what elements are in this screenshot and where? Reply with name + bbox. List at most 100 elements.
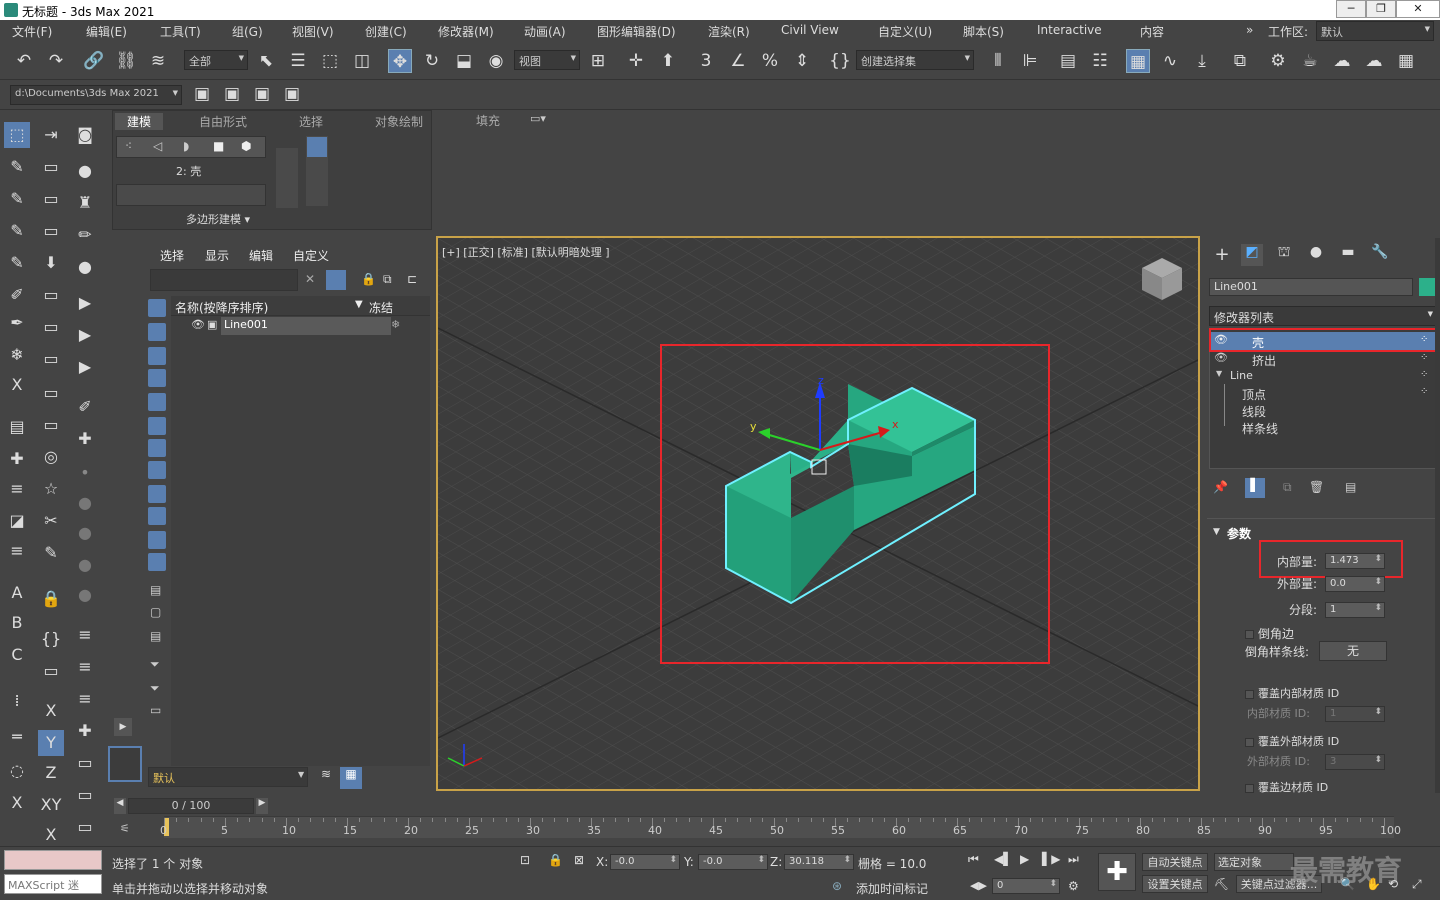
display-invert-icon[interactable]: ▤ bbox=[150, 629, 161, 643]
display-frozen-icon[interactable] bbox=[148, 531, 166, 549]
strip2-icon-14[interactable]: ✎ bbox=[38, 540, 64, 566]
strip2-icon-1[interactable]: ⇥ bbox=[38, 122, 64, 148]
paint-select-icon[interactable]: ✎ bbox=[4, 186, 30, 212]
stack-eye-icon-2[interactable]: 👁 bbox=[1214, 351, 1228, 364]
menu-civil-view[interactable]: Civil View bbox=[781, 23, 839, 37]
render-production-icon[interactable]: ☁ bbox=[1362, 49, 1386, 73]
strip2-icon-13[interactable]: ✂ bbox=[38, 508, 64, 534]
key-filter-icon[interactable]: ⛏ bbox=[1214, 877, 1229, 891]
strip2-icon-15[interactable]: ▭ bbox=[38, 658, 64, 684]
link-icon[interactable]: 🔗 bbox=[82, 49, 106, 73]
layer-explorer-icon[interactable]: ☷ bbox=[1088, 49, 1112, 73]
explorer-row[interactable]: 👁 ▣ Line001 ❄ bbox=[171, 316, 430, 336]
select-place-icon[interactable]: ◉ bbox=[484, 49, 508, 73]
menu-interactive[interactable]: Interactive bbox=[1037, 23, 1102, 37]
close-button[interactable]: ✕ bbox=[1396, 0, 1440, 18]
axis-xy-icon[interactable]: XY bbox=[38, 792, 64, 818]
parameters-title[interactable]: 参数 bbox=[1227, 525, 1251, 542]
object-color-swatch[interactable] bbox=[1419, 278, 1435, 296]
lasso-icon[interactable]: ✎ bbox=[4, 154, 30, 180]
layer-manager-icon[interactable]: ▦ bbox=[340, 767, 362, 789]
menu-edit[interactable]: 编辑(E) bbox=[86, 23, 127, 40]
xyz-icon[interactable]: X bbox=[4, 372, 30, 398]
ruler-icon[interactable]: ═ bbox=[4, 724, 30, 750]
menu-rendering[interactable]: 渲染(R) bbox=[708, 23, 750, 40]
set-key-icon[interactable]: ✚ bbox=[1098, 853, 1136, 891]
bevel-edges-checkbox[interactable]: 倒角边 bbox=[1245, 625, 1294, 642]
maximize-viewport-icon[interactable]: ⤢ bbox=[1412, 877, 1422, 892]
hierarchy-icon[interactable]: ⧉ bbox=[383, 272, 392, 287]
undo-icon[interactable]: ↶ bbox=[12, 49, 36, 73]
selected-object-dropdown[interactable]: 选定对象 bbox=[1214, 853, 1294, 871]
layer-dropdown-chevron[interactable]: ▼ bbox=[298, 770, 304, 779]
stack-item-vertex[interactable]: 顶点 ⁘ bbox=[1210, 384, 1436, 402]
stack-toggle-icon-4[interactable]: ⁘ bbox=[1420, 386, 1428, 397]
strip3-icon-16[interactable]: ▭ bbox=[72, 782, 98, 808]
strip3-icon-13[interactable]: ≡ bbox=[72, 686, 98, 712]
strip2-icon-12[interactable]: ☆ bbox=[38, 476, 64, 502]
set-key-button[interactable]: 设置关键点 bbox=[1142, 875, 1208, 893]
stack-item-line[interactable]: ▼ Line ⁘ bbox=[1210, 367, 1436, 384]
braces-icon[interactable]: {} bbox=[38, 626, 64, 652]
select-rotate-icon[interactable]: ↻ bbox=[420, 49, 444, 73]
expand-icon[interactable]: ▼ bbox=[1216, 369, 1222, 378]
strip3-icon-10[interactable]: ✚ bbox=[72, 426, 98, 452]
display-all-icon[interactable]: ▤ bbox=[150, 583, 161, 597]
rollout-collapse-icon[interactable]: ▼ bbox=[1213, 527, 1220, 537]
dots-icon[interactable]: ⁞ bbox=[4, 688, 30, 714]
clear-search-icon[interactable]: ✕ bbox=[305, 272, 315, 286]
strip2-icon-9[interactable]: ▭ bbox=[38, 380, 64, 406]
time-tag-icon[interactable]: ⊛ bbox=[832, 879, 842, 893]
bevel-spline-button[interactable]: 无 bbox=[1319, 641, 1387, 661]
border-icon[interactable]: ◗ bbox=[183, 139, 189, 153]
menu-tools[interactable]: 工具(T) bbox=[160, 23, 201, 40]
current-frame-field[interactable]: 0 bbox=[992, 878, 1060, 894]
stack-icon[interactable]: ≡ bbox=[4, 476, 30, 502]
strip2-icon-6[interactable]: ▭ bbox=[38, 282, 64, 308]
more-menu-chevron[interactable]: » bbox=[1246, 23, 1253, 37]
configure-sets-icon[interactable]: ▤ bbox=[1345, 480, 1356, 494]
strip3-icon-11[interactable]: ≡ bbox=[72, 622, 98, 648]
add-time-tag[interactable]: 添加时间标记 bbox=[856, 880, 928, 897]
display-groups-icon[interactable] bbox=[148, 439, 166, 457]
hierarchy-tab-icon[interactable]: ⛫ bbox=[1273, 244, 1295, 262]
strip3-dot-1[interactable]: • bbox=[72, 460, 98, 486]
minimize-button[interactable]: ─ bbox=[1336, 0, 1366, 18]
strip3-icon-12[interactable]: ≡ bbox=[72, 654, 98, 680]
outer-mat-spinner[interactable]: 3 bbox=[1325, 754, 1385, 770]
column-name[interactable]: 名称(按降序排序) bbox=[175, 299, 268, 316]
explorer-menu-select[interactable]: 选择 bbox=[160, 247, 184, 264]
explorer-menu-customize[interactable]: 自定义 bbox=[293, 247, 329, 264]
modify-tab-icon[interactable]: ◩ bbox=[1241, 244, 1263, 266]
strip2-icon-2[interactable]: ▭ bbox=[38, 154, 64, 180]
align-icon[interactable]: ⊫ bbox=[1018, 49, 1042, 73]
display-bones-icon[interactable] bbox=[148, 485, 166, 503]
curve-editor-icon[interactable]: ∿ bbox=[1158, 49, 1182, 73]
strip3-icon-14[interactable]: ✚ bbox=[72, 718, 98, 744]
make-unique-icon[interactable]: ⧉ bbox=[1283, 480, 1292, 495]
ribbon-panel-label[interactable]: 多边形建模 ▾ bbox=[186, 211, 250, 227]
add-layer-icon[interactable]: ✚ bbox=[4, 446, 30, 472]
modifier-list-dropdown[interactable]: 修改器列表 bbox=[1209, 306, 1437, 326]
display-tab-icon[interactable]: ▬ bbox=[1337, 244, 1359, 260]
zoom-icon[interactable]: 🔍 bbox=[1340, 877, 1355, 891]
stack-toggle-icon-2[interactable]: ⁘ bbox=[1420, 352, 1428, 363]
layer-stack-toggle-icon[interactable]: ≋ bbox=[316, 767, 336, 787]
named-selection-set-dropdown[interactable]: 创建选择集 bbox=[856, 50, 974, 70]
filter-icon[interactable]: ⏷ bbox=[150, 657, 160, 672]
goto-end-icon[interactable]: ⏭ bbox=[1068, 852, 1079, 867]
orbit-icon[interactable]: ⟲ bbox=[1388, 877, 1398, 891]
vertex-icon[interactable]: ⁖ bbox=[125, 139, 132, 153]
menu-animation[interactable]: 动画(A) bbox=[524, 23, 566, 40]
render-setup-icon[interactable]: ☕ bbox=[1298, 49, 1322, 73]
stack-item-segment[interactable]: 线段 bbox=[1210, 401, 1436, 419]
snaps-toggle-icon[interactable]: 3 bbox=[694, 49, 718, 73]
workspace-dropdown[interactable]: 默认 bbox=[1316, 21, 1434, 41]
outer-amount-spinner[interactable]: 0.0 bbox=[1325, 576, 1385, 592]
pivot-center-icon[interactable]: ⊞ bbox=[586, 49, 610, 73]
strip3-icon-6[interactable]: ▶ bbox=[72, 290, 98, 316]
strip3-icon-8[interactable]: ▶ bbox=[72, 354, 98, 380]
select-scale-icon[interactable]: ⬓ bbox=[452, 49, 476, 73]
frame-icon[interactable]: ◪ bbox=[4, 508, 30, 534]
ribbon-options-icon[interactable]: ▭▾ bbox=[530, 112, 546, 125]
